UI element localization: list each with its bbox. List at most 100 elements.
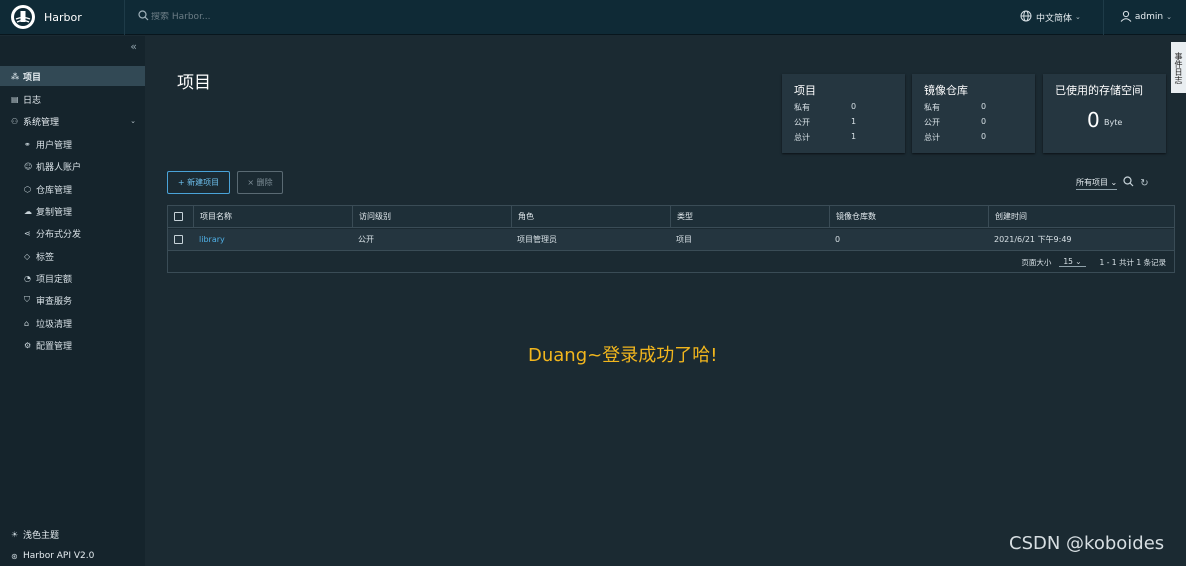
sidebar-item-admin[interactable]: ⚇ 系统管理 ⌄ — [0, 111, 145, 131]
page-size-label: 页面大小 — [1021, 257, 1052, 267]
search-icon — [138, 10, 149, 24]
sidebar-item-distribution[interactable]: ⋖ 分布式分发 — [0, 223, 145, 243]
language-switcher[interactable]: 中文简体 ⌄ — [1020, 0, 1103, 35]
project-link[interactable]: library — [199, 235, 225, 244]
user-menu[interactable]: admin ⌄ — [1102, 0, 1186, 35]
new-project-button[interactable]: + 新建项目 — [167, 171, 230, 194]
project-filter-select[interactable]: 所有项目 ⌄ — [1076, 177, 1118, 190]
robot-icon: ☺ — [24, 161, 33, 171]
sidebar-item-logs[interactable]: ▤ 日志 — [0, 89, 145, 109]
row-checkbox[interactable] — [174, 235, 183, 244]
event-log-tab[interactable]: 事件日志 — [1171, 42, 1186, 93]
sidebar-item-gc[interactable]: ⌂ 垃圾清理 — [0, 313, 145, 333]
card-row: 私有 0 — [924, 102, 987, 112]
sidebar: « ⁂ 项目 ▤ 日志 ⚇ 系统管理 ⌄ ⚭ 用户管理 ☺ 机器人账户 ⬡ 仓库… — [0, 36, 145, 566]
card-title: 项目 — [794, 84, 816, 97]
sidebar-item-users[interactable]: ⚭ 用户管理 — [0, 134, 145, 154]
quota-icon: ◔ — [24, 273, 31, 283]
sun-icon: ☀ — [11, 529, 19, 539]
card-row: 公开 1 — [794, 117, 857, 127]
sidebar-item-quotas[interactable]: ◔ 项目定额 — [0, 268, 145, 288]
sidebar-item-label: 配置管理 — [36, 341, 73, 352]
sidebar-item-label: 审查服务 — [36, 296, 73, 307]
api-link[interactable]: ⊛ Harbor API V2.0 — [0, 547, 145, 565]
theme-label: 浅色主题 — [23, 530, 60, 541]
project-filter: 所有项目 ⌄ ↻ — [1076, 176, 1149, 190]
admin-icon: ⚇ — [11, 116, 19, 126]
repos-summary-card: 镜像仓库 私有 0 公开 0 总计 0 — [912, 74, 1035, 153]
projects-icon: ⁂ — [11, 71, 20, 81]
row-select-cell — [168, 229, 193, 250]
globe-icon — [1020, 10, 1032, 25]
delete-button[interactable]: × 删除 — [237, 171, 283, 194]
chevron-down-icon: ⌄ — [1166, 13, 1172, 21]
page-size-select[interactable]: 15 ⌄ — [1059, 257, 1086, 267]
distribution-icon: ⋖ — [24, 228, 31, 238]
storage-summary-card: 已使用的存储空间 0 Byte — [1043, 74, 1166, 153]
username: admin — [1134, 12, 1164, 22]
select-all-checkbox[interactable] — [174, 212, 183, 221]
card-row: 私有 0 — [794, 102, 857, 112]
column-header[interactable]: 镜像仓库数 — [829, 206, 988, 227]
storage-unit: Byte — [1104, 118, 1123, 127]
card-row: 总计 1 — [794, 132, 857, 142]
brand[interactable]: Harbor — [0, 5, 124, 29]
projects-summary-card: 项目 私有 0 公开 1 总计 1 — [782, 74, 905, 153]
trash-icon: ⌂ — [24, 318, 30, 328]
projects-table: 项目名称 访问级别 角色 类型 镜像仓库数 创建时间 library 公开 项目… — [167, 205, 1175, 273]
card-title: 已使用的存储空间 — [1055, 84, 1143, 97]
collapse-sidebar-icon[interactable]: « — [130, 40, 137, 53]
users-icon: ⚭ — [24, 139, 31, 149]
table-cell: 项目管理员 — [517, 235, 557, 244]
chevron-down-icon: ⌄ — [130, 117, 136, 125]
sidebar-item-label: 垃圾清理 — [36, 319, 73, 330]
storage-value: 0 — [1087, 108, 1100, 132]
column-header[interactable]: 访问级别 — [352, 206, 511, 227]
registry-icon: ⬡ — [24, 184, 31, 194]
card-row: 公开 0 — [924, 117, 987, 127]
refresh-icon[interactable]: ↻ — [1140, 178, 1148, 189]
sidebar-item-label: 系统管理 — [23, 117, 60, 128]
table-row: library 公开 项目管理员 项目 0 2021/6/21 下午9:49 — [168, 229, 1174, 251]
table-cell: 公开 — [358, 235, 374, 244]
column-header[interactable]: 创建时间 — [988, 206, 1174, 227]
sidebar-item-registries[interactable]: ⬡ 仓库管理 — [0, 179, 145, 199]
sidebar-item-robots[interactable]: ☺ 机器人账户 — [0, 156, 145, 176]
logs-icon: ▤ — [11, 94, 19, 104]
shield-icon: ⛉ — [24, 295, 30, 304]
table-cell: 0 — [835, 235, 841, 244]
sidebar-item-label: 仓库管理 — [36, 185, 73, 196]
sidebar-item-config[interactable]: ⚙ 配置管理 — [0, 335, 145, 355]
sidebar-item-projects[interactable]: ⁂ 项目 — [0, 66, 145, 86]
table-footer: 页面大小 15 ⌄ 1 - 1 共计 1 条记录 — [168, 252, 1174, 272]
sidebar-item-replications[interactable]: ☁ 复制管理 — [0, 201, 145, 221]
theme-toggle[interactable]: ☀ 浅色主题 — [0, 525, 145, 543]
search-icon[interactable] — [1123, 176, 1134, 190]
sidebar-item-label: 项目 — [23, 72, 42, 83]
search-input[interactable] — [151, 12, 301, 22]
column-header[interactable]: 类型 — [670, 206, 829, 227]
total-count: 1 - 1 共计 1 条记录 — [1099, 257, 1166, 267]
table-cell: 项目 — [676, 235, 692, 244]
sidebar-item-label: 项目定额 — [36, 274, 73, 285]
sidebar-item-labels[interactable]: ◇ 标签 — [0, 246, 145, 266]
sidebar-item-label: 标签 — [36, 252, 55, 263]
sidebar-item-scanners[interactable]: ⛉ 审查服务 — [0, 290, 145, 310]
api-icon: ⊛ — [11, 551, 18, 561]
gear-icon: ⚙ — [24, 340, 32, 350]
sidebar-item-label: 复制管理 — [36, 207, 73, 218]
card-title: 镜像仓库 — [924, 84, 968, 97]
top-header: Harbor 中文简体 ⌄ admin ⌄ — [0, 0, 1186, 35]
column-header[interactable]: 项目名称 — [193, 206, 352, 227]
sidebar-item-label: 用户管理 — [36, 140, 73, 151]
watermark: CSDN @koboides — [1009, 533, 1165, 554]
language-label: 中文简体 — [1036, 13, 1073, 24]
login-success-message: Duang~登录成功了哈! — [528, 345, 718, 366]
table-cell: 2021/6/21 下午9:49 — [994, 235, 1072, 244]
select-all-cell — [168, 206, 193, 227]
column-header[interactable]: 角色 — [511, 206, 670, 227]
harbor-logo-icon — [11, 5, 35, 29]
page-title: 项目 — [177, 73, 211, 93]
global-search — [124, 0, 424, 35]
sidebar-item-label: 日志 — [23, 95, 42, 106]
